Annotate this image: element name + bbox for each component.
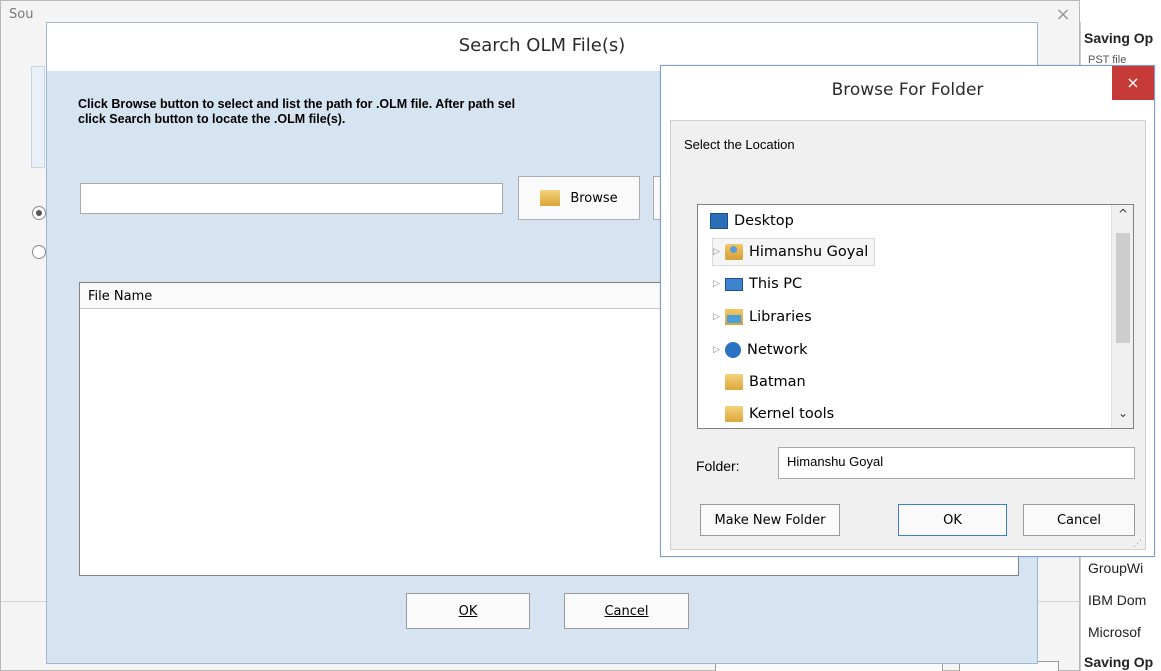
right-panel-heading: Saving Op — [1084, 654, 1154, 670]
ok-label: OK — [458, 603, 478, 619]
tree-item-label: This PC — [749, 276, 803, 292]
right-panel-item[interactable]: IBM Dom — [1088, 592, 1146, 608]
browse-for-folder-dialog: Browse For Folder × Select the Location … — [660, 65, 1155, 557]
tree-item-libraries[interactable]: ▷ Libraries — [713, 303, 812, 331]
background-radio-option-1[interactable] — [32, 206, 46, 220]
desktop-icon — [710, 213, 728, 229]
expand-arrow-icon[interactable]: ▷ — [713, 247, 725, 257]
network-icon — [725, 342, 741, 358]
cancel-label: Cancel — [1056, 512, 1102, 528]
search-cancel-button[interactable]: Cancel — [564, 593, 689, 629]
tree-item-batman[interactable]: Batman — [725, 368, 806, 396]
scrollbar-thumb[interactable] — [1116, 233, 1130, 343]
open-folder-icon — [540, 190, 561, 206]
ok-label: OK — [943, 512, 962, 528]
browse-dialog-title: Browse For Folder — [831, 80, 984, 100]
search-instructions: Click Browse button to select and list t… — [78, 97, 698, 127]
tree-item-label: Himanshu Goyal — [749, 244, 869, 260]
instructions-line-1: Click Browse button to select and list t… — [78, 97, 516, 111]
browse-prompt: Select the Location — [684, 137, 795, 152]
right-panel-item[interactable]: GroupWi — [1088, 560, 1143, 576]
right-panel-heading: Saving Op — [1084, 30, 1154, 46]
search-dialog-title: Search OLM File(s) — [458, 35, 626, 56]
computer-icon — [725, 277, 743, 291]
tree-item-desktop[interactable]: Desktop — [710, 207, 794, 235]
folder-input[interactable]: Himanshu Goyal — [778, 447, 1135, 479]
tree-item-label: Kernel tools — [749, 406, 835, 422]
close-button[interactable]: × — [1112, 66, 1154, 100]
tree-item-label: Batman — [749, 374, 806, 390]
folder-label: Folder: — [696, 458, 740, 474]
background-panel — [31, 66, 45, 168]
tree-item-himanshu-goyal[interactable]: ▷ Himanshu Goyal — [712, 238, 876, 266]
background-window-title: Sou — [9, 7, 34, 22]
expand-arrow-icon[interactable]: ▷ — [713, 279, 725, 289]
tree-item-this-pc[interactable]: ▷ This PC — [713, 270, 802, 298]
instructions-line-2: click Search button to locate the .OLM f… — [78, 112, 346, 126]
folder-icon — [725, 374, 743, 390]
resize-grip-icon[interactable]: ⋰ — [1133, 539, 1142, 549]
expand-arrow-icon[interactable]: ▷ — [713, 345, 725, 355]
tree-scrollbar[interactable]: ^ ⌄ — [1111, 205, 1133, 428]
right-panel-item[interactable]: Microsof — [1088, 624, 1141, 640]
folder-tree[interactable]: Desktop ▷ Himanshu Goyal ▷ This PC ▷ Lib… — [697, 204, 1134, 429]
background-close-button[interactable]: × — [1049, 1, 1077, 29]
column-file-name[interactable]: File Name — [88, 289, 152, 304]
search-dialog-titlebar: Search OLM File(s) — [47, 23, 1037, 71]
background-radio-option-2[interactable] — [32, 245, 46, 259]
scroll-up-icon[interactable]: ^ — [1112, 207, 1133, 227]
search-ok-button[interactable]: OK — [406, 593, 530, 629]
tree-item-label: Libraries — [749, 309, 812, 325]
cancel-label: Cancel — [604, 603, 649, 619]
close-icon: × — [1126, 73, 1140, 92]
browse-ok-button[interactable]: OK — [898, 504, 1007, 536]
tree-item-label: Desktop — [734, 213, 794, 229]
folder-icon — [725, 406, 743, 422]
tree-item-network[interactable]: ▷ Network — [713, 336, 808, 364]
tree-item-label: Network — [747, 342, 808, 358]
olm-path-input[interactable] — [80, 183, 503, 214]
expand-arrow-icon[interactable]: ▷ — [713, 312, 725, 322]
browse-button[interactable]: Browse — [518, 176, 640, 220]
browse-cancel-button[interactable]: Cancel — [1023, 504, 1135, 536]
make-new-folder-label: Make New Folder — [714, 512, 826, 528]
browse-button-label: Browse — [570, 190, 618, 206]
libraries-icon — [725, 309, 743, 325]
browse-dialog-body: Select the Location Desktop ▷ Himanshu G… — [670, 120, 1146, 550]
scroll-down-icon[interactable]: ⌄ — [1112, 406, 1133, 426]
make-new-folder-button[interactable]: Make New Folder — [700, 504, 840, 536]
user-folder-icon — [725, 244, 743, 260]
tree-item-kernel-tools[interactable]: Kernel tools — [725, 400, 834, 428]
